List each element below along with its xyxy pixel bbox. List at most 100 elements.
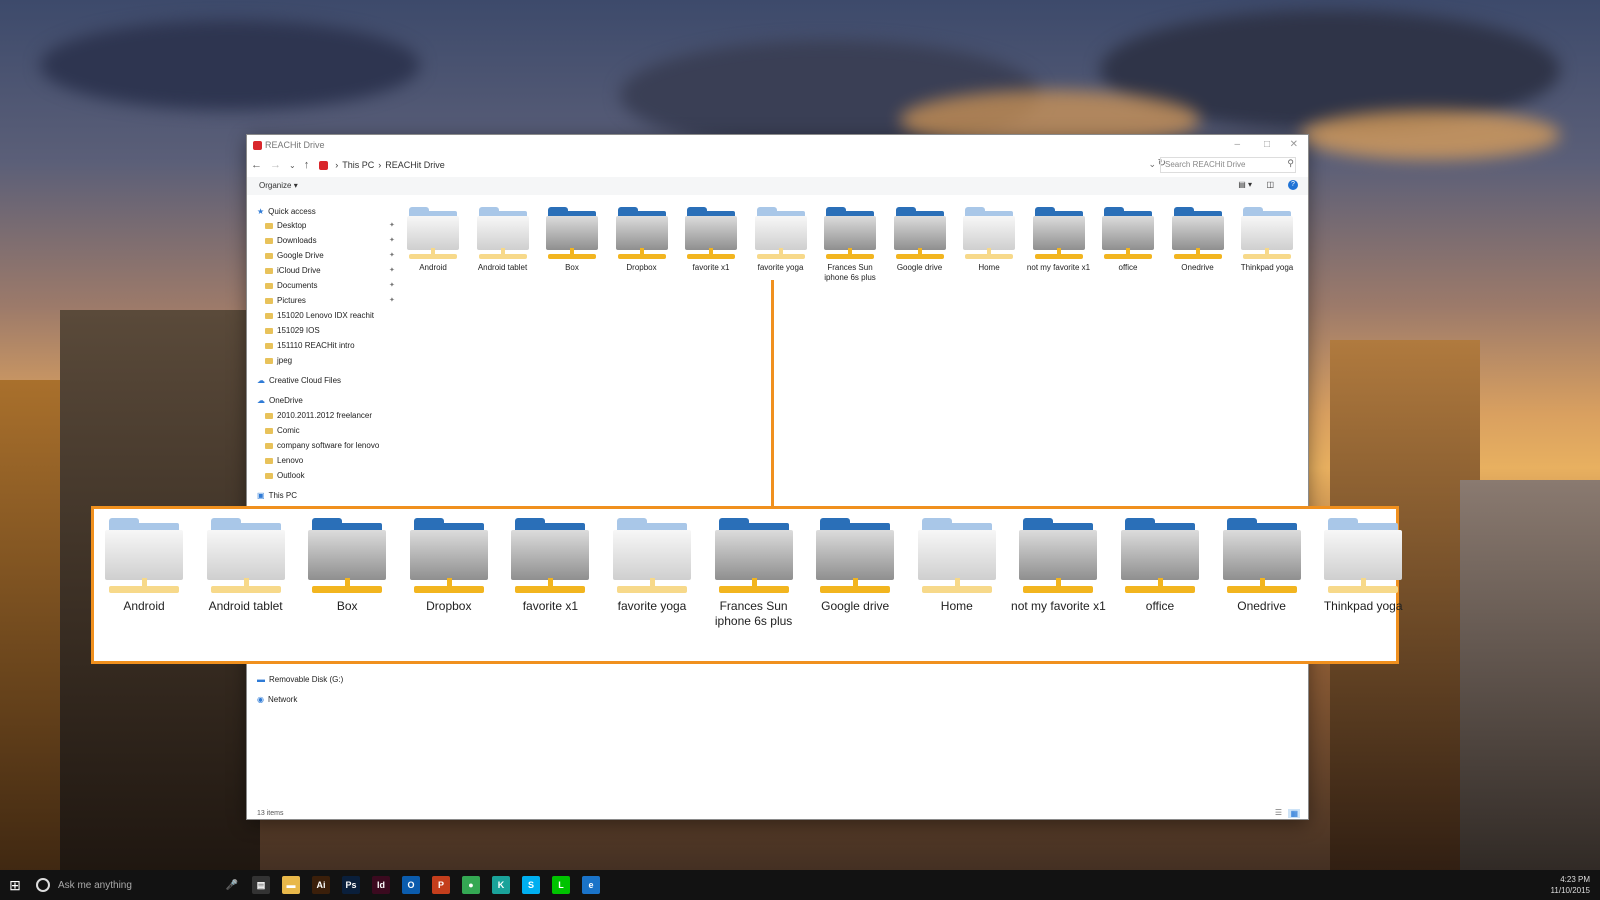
indesign-icon[interactable]: Id: [372, 876, 390, 894]
breadcrumb[interactable]: › This PC › REACHit Drive: [319, 160, 445, 170]
sidebar-item[interactable]: iCloud Drive: [265, 264, 321, 277]
zoomed-folder-tile[interactable]: favorite yoga: [602, 515, 702, 614]
zoomed-folder-tile[interactable]: office: [1110, 515, 1210, 614]
organize-button[interactable]: Organize ▾: [259, 181, 298, 190]
folder-tile[interactable]: Thinkpad yoga: [1235, 205, 1299, 273]
sidebar-item[interactable]: ★ Quick access: [257, 205, 316, 218]
status-bar-item-count: 13 items: [257, 810, 284, 817]
folder-tile[interactable]: Android: [401, 205, 465, 273]
folder-tile[interactable]: Onedrive: [1166, 205, 1230, 273]
zoomed-folder-tile[interactable]: favorite x1: [500, 515, 600, 614]
forward-arrow-icon[interactable]: →: [270, 159, 281, 171]
file-explorer-icon[interactable]: ▬: [282, 876, 300, 894]
sidebar-item[interactable]: jpeg: [265, 354, 292, 367]
sidebar-item[interactable]: 151020 Lenovo IDX reachit: [265, 309, 374, 322]
up-arrow-icon[interactable]: ↑: [304, 159, 310, 171]
sidebar-item[interactable]: company software for lenovo: [265, 439, 379, 452]
sidebar-item[interactable]: Lenovo: [265, 454, 303, 467]
chrome-icon[interactable]: ●: [462, 876, 480, 894]
folder-tile[interactable]: favorite yoga: [749, 205, 813, 273]
help-icon[interactable]: ?: [1288, 180, 1298, 190]
illustrator-icon[interactable]: Ai: [312, 876, 330, 894]
breadcrumb-this-pc[interactable]: This PC: [342, 160, 374, 170]
preview-pane-icon[interactable]: ◫: [1266, 180, 1274, 189]
microphone-icon[interactable]: 🎤: [226, 880, 238, 891]
details-view-icon[interactable]: ☰: [1275, 808, 1282, 817]
sidebar-item[interactable]: Pictures: [265, 294, 306, 307]
folder-name: Thinkpad yoga: [1240, 263, 1294, 272]
folder-tile[interactable]: Box: [540, 205, 604, 273]
maximize-button[interactable]: □: [1264, 139, 1270, 150]
sidebar-item[interactable]: Google Drive: [265, 249, 324, 262]
system-clock[interactable]: 4:23 PM 11/10/2015: [1551, 874, 1590, 896]
kaspersky-icon[interactable]: K: [492, 876, 510, 894]
folder-tile[interactable]: office: [1096, 205, 1160, 273]
sidebar-item-label: Creative Cloud Files: [269, 376, 342, 385]
zoomed-folder-tile[interactable]: Google drive: [805, 515, 905, 614]
minimize-button[interactable]: –: [1234, 139, 1240, 150]
network-folder-icon: [1170, 205, 1226, 259]
powerpoint-icon[interactable]: P: [432, 876, 450, 894]
task-view-icon[interactable]: ▤: [252, 876, 270, 894]
folder-tile[interactable]: Dropbox: [610, 205, 674, 273]
line-icon[interactable]: L: [552, 876, 570, 894]
pin-icon[interactable]: ✦: [389, 236, 395, 244]
sidebar-item[interactable]: ☁ OneDrive: [257, 394, 303, 407]
folder-tile[interactable]: Android tablet: [471, 205, 535, 273]
network-folder-icon: [916, 515, 998, 593]
sidebar-item[interactable]: Desktop: [265, 219, 306, 232]
zoomed-folder-tile[interactable]: Dropbox: [399, 515, 499, 614]
pin-icon[interactable]: ✦: [389, 281, 395, 289]
sidebar-item[interactable]: Comic: [265, 424, 300, 437]
outlook-icon[interactable]: O: [402, 876, 420, 894]
skype-icon[interactable]: S: [522, 876, 540, 894]
address-dropdown-chevron-icon[interactable]: ⌄: [1148, 159, 1156, 170]
view-options-icon[interactable]: ▤ ▾: [1238, 180, 1252, 189]
sidebar-item[interactable]: ▣ This PC: [257, 489, 297, 502]
large-icons-view-icon[interactable]: ▦: [1288, 809, 1300, 818]
sidebar-item-label: 2010.2011.2012 freelancer: [277, 411, 373, 420]
sidebar-item-label: iCloud Drive: [277, 266, 321, 275]
address-bar: ← → ⌄ ↑ › This PC › REACHit Drive ⌄ ↻: [247, 157, 1308, 173]
folder-tile[interactable]: Home: [957, 205, 1021, 273]
folder-name: office: [1118, 263, 1138, 272]
pin-icon[interactable]: ✦: [389, 266, 395, 274]
zoomed-folder-tile[interactable]: Box: [297, 515, 397, 614]
sidebar-item[interactable]: 2010.2011.2012 freelancer: [265, 409, 372, 422]
pin-icon[interactable]: ✦: [389, 251, 395, 259]
sidebar-item[interactable]: Documents: [265, 279, 317, 292]
search-input[interactable]: Search REACHit Drive: [1160, 157, 1296, 173]
sidebar-item[interactable]: Downloads: [265, 234, 317, 247]
zoomed-folder-tile[interactable]: Frances Sun iphone 6s plus: [704, 515, 804, 629]
folder-tile[interactable]: Frances Sun iphone 6s plus: [818, 205, 882, 283]
sidebar-item[interactable]: 151029 IOS: [265, 324, 320, 337]
sidebar-item[interactable]: 151110 REACHit intro: [265, 339, 355, 352]
start-button[interactable]: ⊞: [0, 870, 30, 900]
sidebar-item[interactable]: ▬ Removable Disk (G:): [257, 673, 343, 686]
network-folder-icon: [408, 515, 490, 593]
folder-tile[interactable]: favorite x1: [679, 205, 743, 273]
zoomed-folder-tile[interactable]: Onedrive: [1212, 515, 1312, 614]
pin-icon[interactable]: ✦: [389, 296, 395, 304]
photoshop-icon[interactable]: Ps: [342, 876, 360, 894]
sidebar-item[interactable]: ◉ Network: [257, 693, 297, 706]
zoomed-folder-tile[interactable]: not my favorite x1: [1008, 515, 1108, 614]
breadcrumb-current[interactable]: REACHit Drive: [385, 160, 445, 170]
pin-icon[interactable]: ✦: [389, 221, 395, 229]
folder-tile[interactable]: not my favorite x1: [1027, 205, 1091, 273]
network-folder-icon: [544, 205, 600, 259]
close-button[interactable]: ✕: [1290, 139, 1298, 150]
zoomed-folder-tile[interactable]: Home: [907, 515, 1007, 614]
cortana-search-box[interactable]: Ask me anything 🎤: [30, 870, 246, 900]
sidebar-item[interactable]: Outlook: [265, 469, 305, 482]
recent-locations-chevron-icon[interactable]: ⌄: [289, 161, 296, 170]
zoomed-folder-tile[interactable]: Thinkpad yoga: [1313, 515, 1413, 614]
folder-tile[interactable]: Google drive: [888, 205, 952, 273]
edge-icon[interactable]: e: [582, 876, 600, 894]
cloud-icon: ☁: [257, 376, 265, 385]
folder-name: Onedrive: [1181, 263, 1214, 272]
sidebar-item[interactable]: ☁ Creative Cloud Files: [257, 374, 341, 387]
zoomed-folder-tile[interactable]: Android: [94, 515, 194, 614]
back-arrow-icon[interactable]: ←: [251, 159, 262, 171]
zoomed-folder-tile[interactable]: Android tablet: [196, 515, 296, 614]
